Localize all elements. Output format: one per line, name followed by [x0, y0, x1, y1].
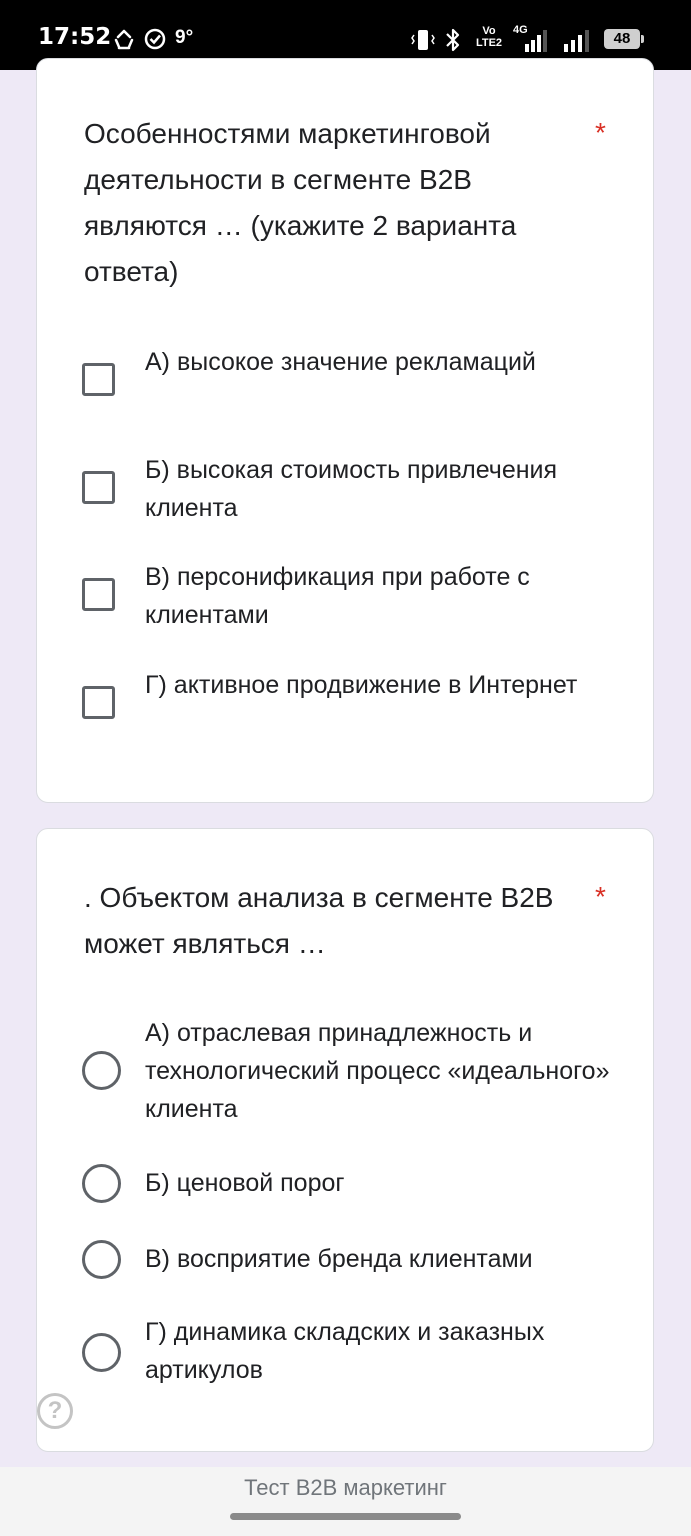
checkbox[interactable]: [82, 363, 115, 396]
sync-icon: [114, 29, 134, 50]
volte-indicator: Vo LTE2: [475, 25, 503, 49]
checkbox[interactable]: [82, 471, 115, 504]
option-label: Г) динамика складских и заказных артикул…: [145, 1318, 545, 1384]
question-card-1: Особенностями маркетинговой деятельности…: [36, 58, 654, 803]
gesture-bar[interactable]: [230, 1513, 461, 1520]
page-title: Тест B2B маркетинг: [244, 1475, 447, 1500]
battery-icon: 48: [604, 29, 644, 49]
question-title: . Объектом анализа в сегменте B2B может …: [84, 882, 554, 959]
question-title: Особенностями маркетинговой деятельности…: [84, 118, 517, 287]
question-card-2: . Объектом анализа в сегменте B2B может …: [36, 828, 654, 1452]
option-label: А) отраслевая принадлежность и технологи…: [145, 1019, 610, 1123]
option-label: Б) высокая стоимость привлечения клиента: [145, 456, 558, 522]
status-time: 17:52: [38, 24, 112, 50]
required-asterisk: *: [595, 881, 606, 912]
vibrate-icon: [411, 30, 435, 50]
checkbox[interactable]: [82, 578, 115, 611]
radio-button[interactable]: [82, 1164, 121, 1203]
radio-button[interactable]: [82, 1051, 121, 1090]
option-label: В) восприятие бренда клиентами: [145, 1245, 533, 1273]
option-label: А) высокое значение рекламаций: [145, 348, 536, 376]
option-label: Г) активное продвижение в Интернет: [145, 671, 578, 699]
radio-button[interactable]: [82, 1240, 121, 1279]
radio-button[interactable]: [82, 1333, 121, 1372]
help-icon[interactable]: ?: [37, 1393, 73, 1429]
option-label: Б) ценовой порог: [145, 1169, 345, 1197]
bluetooth-icon: [446, 28, 460, 52]
option-label: В) персонификация при работе с клиентами: [145, 563, 530, 629]
required-asterisk: *: [595, 117, 606, 148]
signal-icon-1: [525, 30, 547, 52]
bottom-bar: Тест B2B маркетинг: [0, 1467, 691, 1536]
checkbox[interactable]: [82, 686, 115, 719]
signal-icon-2: [564, 30, 589, 52]
temperature: 9°: [175, 27, 194, 48]
check-circle-icon: [144, 28, 166, 50]
